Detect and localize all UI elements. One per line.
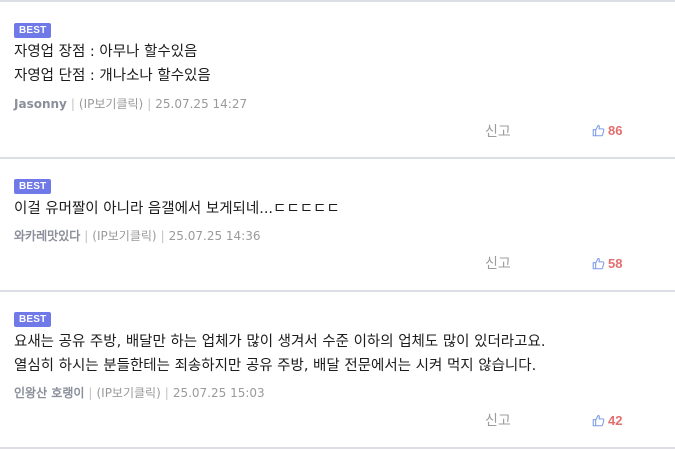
- like-button[interactable]: 86: [592, 123, 622, 138]
- comment-meta: 와카레맛있다 | (IP보기클릭) | 25.07.25 14:36: [14, 228, 261, 244]
- comment-line: 이걸 유머짤이 아니라 음갤에서 보게되네...ㄷㄷㄷㄷㄷ: [14, 201, 340, 217]
- thumbs-up-icon: [592, 414, 605, 427]
- meta-separator: |: [84, 229, 89, 243]
- like-count: 42: [608, 413, 623, 428]
- best-comment: BEST 이걸 유머짤이 아니라 음갤에서 보게되네...ㄷㄷㄷㄷㄷ 와카레맛있…: [0, 159, 675, 292]
- comment-line: 자영업 단점 : 개나소나 할수있음: [14, 68, 211, 84]
- comment-line: 열심히 하시는 분들한테는 죄송하지만 공유 주방, 배달 전문에서는 시켜 먹…: [14, 358, 537, 374]
- meta-separator: |: [70, 97, 75, 111]
- thumbs-up-icon: [592, 257, 605, 270]
- comment-timestamp: 25.07.25 14:36: [168, 229, 261, 243]
- report-button[interactable]: 신고: [485, 121, 511, 141]
- best-comment: BEST 요새는 공유 주방, 배달만 하는 업체가 많이 생겨서 수준 이하의…: [0, 292, 675, 449]
- ip-view-link[interactable]: (IP보기클릭): [92, 229, 156, 243]
- comment-line: 요새는 공유 주방, 배달만 하는 업체가 많이 생겨서 수준 이하의 업체도 …: [14, 334, 546, 350]
- comment-line: 자영업 장점 : 아무나 할수있음: [14, 44, 198, 60]
- comment-text: 요새는 공유 주방, 배달만 하는 업체가 많이 생겨서 수준 이하의 업체도 …: [14, 330, 661, 378]
- ip-view-link[interactable]: (IP보기클릭): [96, 386, 160, 400]
- best-badge: BEST: [14, 23, 52, 38]
- best-badge: BEST: [14, 312, 52, 327]
- report-button[interactable]: 신고: [485, 410, 511, 430]
- like-count: 58: [608, 256, 623, 271]
- best-badge: BEST: [14, 179, 52, 194]
- comment-meta: 인왕산 호랭이 | (IP보기클릭) | 25.07.25 15:03: [14, 385, 265, 401]
- ip-view-link[interactable]: (IP보기클릭): [79, 97, 143, 111]
- author-nickname[interactable]: 인왕산 호랭이: [14, 386, 84, 400]
- like-button[interactable]: 58: [592, 256, 622, 271]
- comment-timestamp: 25.07.25 15:03: [172, 386, 265, 400]
- like-count: 86: [608, 123, 623, 138]
- like-button[interactable]: 42: [592, 413, 622, 428]
- report-button[interactable]: 신고: [485, 253, 511, 273]
- best-comment: BEST 자영업 장점 : 아무나 할수있음 자영업 단점 : 개나소나 할수있…: [0, 2, 675, 159]
- meta-separator: |: [164, 386, 169, 400]
- comment-text: 이걸 유머짤이 아니라 음갤에서 보게되네...ㄷㄷㄷㄷㄷ: [14, 197, 661, 221]
- comment-timestamp: 25.07.25 14:27: [155, 97, 248, 111]
- meta-separator: |: [147, 97, 152, 111]
- author-nickname[interactable]: Jasonny: [14, 97, 67, 111]
- meta-separator: |: [88, 386, 93, 400]
- author-nickname[interactable]: 와카레맛있다: [14, 229, 80, 243]
- comment-text: 자영업 장점 : 아무나 할수있음 자영업 단점 : 개나소나 할수있음: [14, 40, 661, 88]
- meta-separator: |: [160, 229, 165, 243]
- comment-meta: Jasonny | (IP보기클릭) | 25.07.25 14:27: [14, 96, 247, 112]
- thumbs-up-icon: [592, 124, 605, 137]
